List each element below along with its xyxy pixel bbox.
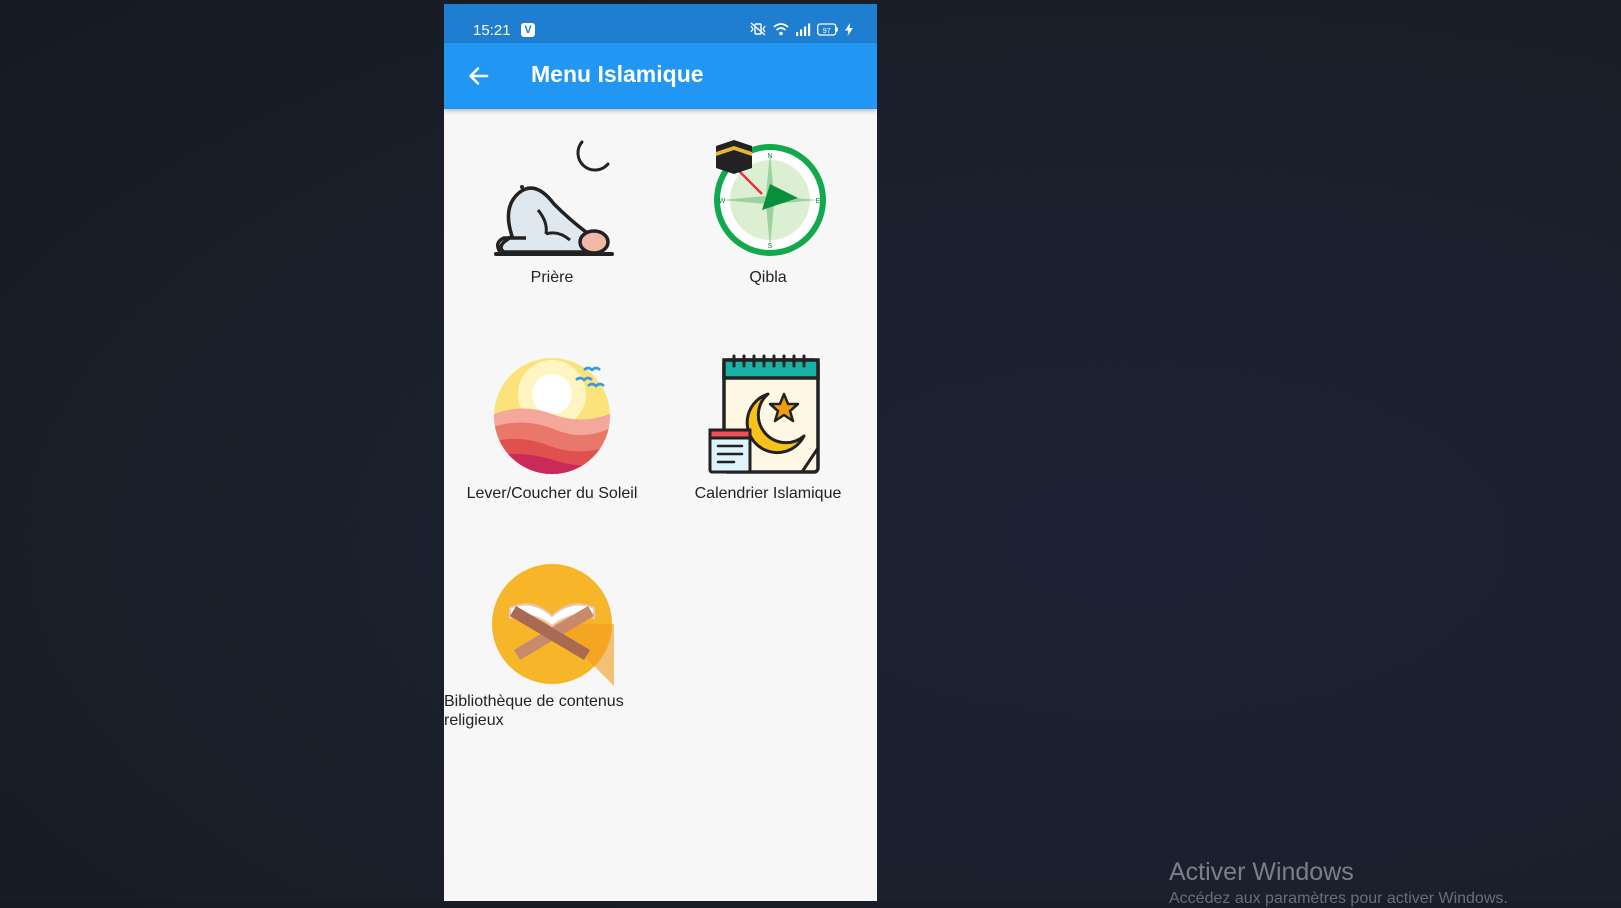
menu-item-label: Calendrier Islamique	[694, 485, 842, 502]
battery-icon: 97	[817, 22, 838, 36]
svg-text:E: E	[816, 198, 821, 205]
signal-icon	[796, 23, 811, 36]
phone-screen: 15:21 V 97 Menu Islamique Prière N E S W…	[444, 4, 877, 901]
quran-book-icon	[492, 564, 614, 686]
page-title: Menu Islamique	[531, 61, 704, 87]
menu-item-bibliotheque[interactable]: Bibliothèque de contenus religieux	[444, 562, 660, 730]
windows-activation-hint: Accédez aux paramètres pour activer Wind…	[1169, 890, 1508, 907]
menu-item-priere[interactable]: Prière	[444, 138, 660, 287]
menu-item-calendrier-islamique[interactable]: Calendrier Islamique	[660, 354, 876, 503]
windows-activation-watermark: Activer Windows	[1169, 858, 1354, 886]
status-time: 15:21	[473, 22, 511, 39]
svg-text:S: S	[768, 243, 773, 250]
menu-item-label: Lever/Coucher du Soleil	[466, 485, 638, 502]
menu-item-qibla[interactable]: N E S W Qibla	[660, 138, 876, 287]
svg-text:N: N	[767, 153, 772, 160]
status-bar: 15:21 V 97	[444, 4, 877, 43]
wifi-icon	[773, 22, 789, 35]
status-icons: 97	[749, 22, 853, 36]
notification-badge-icon: V	[521, 23, 535, 37]
sunset-icon	[494, 358, 610, 474]
praying-person-moon-icon	[494, 140, 614, 256]
menu-item-label: Bibliothèque de contenus religieux	[444, 693, 624, 729]
back-arrow-icon[interactable]	[466, 63, 492, 89]
vibrate-off-icon	[750, 22, 766, 36]
islamic-calendar-icon	[708, 354, 820, 474]
svg-text:W: W	[719, 198, 726, 205]
kaaba-compass-icon: N E S W	[714, 140, 826, 256]
app-bar: Menu Islamique	[444, 43, 877, 109]
menu-item-lever-coucher-soleil[interactable]: Lever/Coucher du Soleil	[444, 354, 660, 503]
battery-level: 97	[823, 27, 831, 34]
menu-item-label: Prière	[530, 269, 574, 286]
menu-item-label: Qibla	[749, 269, 787, 286]
charging-icon	[845, 22, 853, 36]
